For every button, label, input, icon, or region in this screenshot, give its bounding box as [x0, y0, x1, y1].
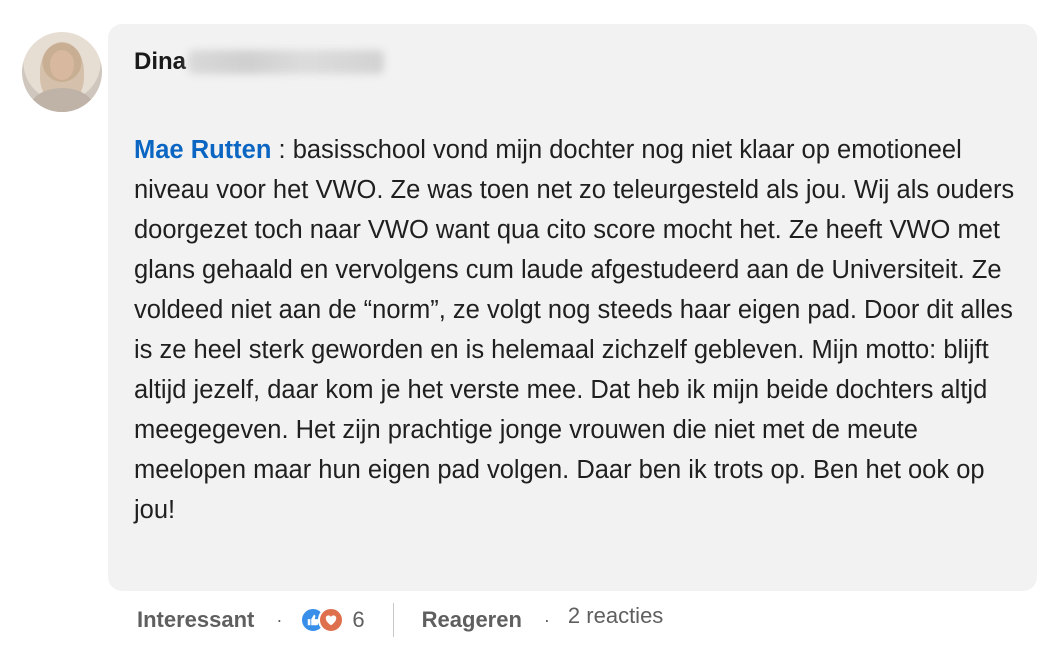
avatar-shoulders	[30, 88, 94, 112]
comment-text: Mae Rutten : basisschool vond mijn docht…	[134, 130, 1024, 530]
mention-link[interactable]: Mae Rutten	[134, 136, 271, 164]
separator-dot: ·	[276, 609, 283, 630]
comment-author[interactable]: Dina	[134, 48, 385, 76]
avatar[interactable]	[22, 32, 102, 112]
heart-icon	[318, 607, 345, 633]
divider	[392, 603, 394, 637]
comment-body: : basisschool vond mijn dochter nog niet…	[134, 136, 1015, 524]
author-name[interactable]: Dina	[134, 48, 186, 76]
avatar-face	[50, 50, 74, 80]
author-lastname-blurred	[188, 50, 385, 74]
reply-button[interactable]: Reageren	[422, 607, 522, 633]
reaction-button[interactable]: Interessant	[137, 607, 254, 633]
reaction-count: 6	[352, 607, 365, 632]
reaction-summary[interactable]: 6	[300, 607, 365, 633]
comment-actions: Interessant · 6 Reageren · 2 reacties	[137, 598, 663, 642]
separator-dot: ·	[543, 609, 550, 630]
replies-count[interactable]: 2 reacties	[568, 603, 663, 629]
